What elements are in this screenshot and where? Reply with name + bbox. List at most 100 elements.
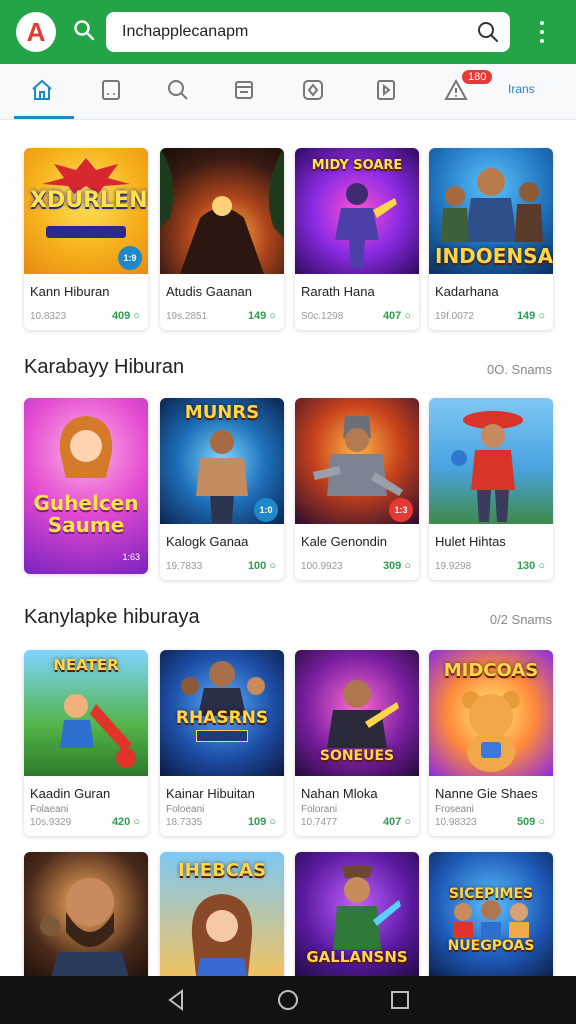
game-card[interactable]: 1:3 Kale Genondin 100.9923 309 <box>295 398 419 580</box>
search-icon[interactable] <box>72 18 96 42</box>
game-rating: 309 <box>383 560 411 572</box>
jungle-scene-icon <box>160 148 284 274</box>
search-icon[interactable] <box>476 20 500 44</box>
section-see-all-link[interactable]: 0/2 Snams <box>490 612 552 627</box>
game-card[interactable]: Hulet Hihtas 19.9298 130 <box>429 398 553 580</box>
game-downloads: 19.9298 <box>435 561 472 572</box>
tab-home[interactable] <box>22 72 62 108</box>
game-thumbnail: MUNRS 1:0 <box>160 398 284 524</box>
game-thumbnail: IHEBCAS <box>160 852 284 982</box>
game-card[interactable]: Atudis Gaanan 19s.2851 149 <box>160 148 284 330</box>
game-downloads: 10s.9329 <box>30 817 72 828</box>
game-card[interactable]: NEATER Kaadin Guran Folaeani 10s.9329 42… <box>24 650 148 836</box>
tab-search[interactable] <box>158 72 198 108</box>
corner-label: 1:63 <box>122 552 140 562</box>
game-downloads: 18.7335 <box>166 817 203 828</box>
tab-library[interactable] <box>366 72 406 108</box>
bear-mascot-icon <box>462 691 520 772</box>
game-name: Kale Genondin <box>301 534 388 549</box>
game-downloads: 19.7833 <box>166 561 203 572</box>
game-thumbnail: Guhelcen Saume 1:63 <box>24 398 148 574</box>
game-card[interactable]: SONEUES Nahan Mloka Folorani 10.7477 407 <box>295 650 419 836</box>
tablet-icon <box>102 80 120 100</box>
system-navigation-bar <box>0 976 576 1024</box>
game-name: Kalogk Ganaa <box>166 534 249 549</box>
game-card[interactable]: IHEBCAS <box>160 852 284 982</box>
game-category: Foloeani <box>166 804 205 815</box>
game-art-title: SONEUES <box>319 748 395 764</box>
hero-group-icon <box>441 168 543 242</box>
game-downloads: 19f.0072 <box>435 311 474 322</box>
recents-icon[interactable] <box>388 988 412 1012</box>
crowd-figures-icon <box>453 900 529 938</box>
tab-apps[interactable] <box>91 72 131 108</box>
girl-portrait-icon <box>59 416 113 478</box>
art-banner <box>196 730 248 742</box>
notification-badge: 180 <box>462 70 493 84</box>
home-button-icon[interactable] <box>276 988 300 1012</box>
game-name: Kann Hiburan <box>30 284 110 299</box>
top-app-bar: A Inchapplecanapm <box>0 0 576 64</box>
section-title: Kanylapke hiburaya <box>24 606 200 628</box>
overflow-menu-icon[interactable] <box>532 18 552 46</box>
tab-store[interactable] <box>224 72 264 108</box>
game-card[interactable]: SICEPIMES NUEGPOAS <box>429 852 553 982</box>
game-thumbnail <box>429 398 553 524</box>
game-art-title: MIDCOAS <box>443 660 539 681</box>
game-thumbnail: INDOENSA <box>429 148 553 274</box>
warrior-figure-icon <box>335 183 397 268</box>
game-art-title: Guhelcen Saume <box>33 491 139 537</box>
game-downloads: S0c.1298 <box>301 311 344 322</box>
app-screen: A Inchapplecanapm 180 Irans XDURLEN 1:9 … <box>0 0 576 1024</box>
url-search-field[interactable]: Inchapplecanapm <box>106 12 510 52</box>
game-thumbnail: MIDY SOARE <box>295 148 419 274</box>
game-rating: 407 <box>383 310 411 322</box>
game-rating: 509 <box>517 816 545 828</box>
game-thumbnail: MIDCOAS <box>429 650 553 776</box>
game-rating: 109 <box>248 816 276 828</box>
tab-more[interactable]: Irans <box>508 82 535 96</box>
game-card[interactable]: GALLANSNS <box>295 852 419 982</box>
game-category: Froseani <box>435 804 474 815</box>
game-downloads: 100.9923 <box>301 561 343 572</box>
game-card[interactable]: Guhelcen Saume 1:63 <box>24 398 148 574</box>
game-downloads: 10.98323 <box>435 817 477 828</box>
game-card[interactable]: MIDCOAS Nanne Gie Shaes Froseani 10.9832… <box>429 650 553 836</box>
game-thumbnail <box>24 852 148 982</box>
game-card[interactable]: RHASRNS Kainar Hibuitan Foloeani 18.7335… <box>160 650 284 836</box>
home-icon <box>32 79 52 100</box>
cartoon-kids-icon <box>60 694 136 768</box>
game-thumbnail: SONEUES <box>295 650 419 776</box>
game-name: Rarath Hana <box>301 284 375 299</box>
game-category: Folaeani <box>30 804 69 815</box>
game-thumbnail: 1:3 <box>295 398 419 524</box>
tab-games[interactable] <box>293 72 333 108</box>
corner-badge: 1:0 <box>254 498 278 522</box>
game-card[interactable]: MUNRS 1:0 Kalogk Ganaa 19.7833 100 <box>160 398 284 580</box>
game-art-title: RHASRNS <box>175 708 269 728</box>
team-portrait-icon <box>181 661 265 716</box>
game-card[interactable]: XDURLEN 1:9 Kann Hiburan 10.8323 409 <box>24 148 148 330</box>
game-name: Atudis Gaanan <box>166 284 253 299</box>
url-text: Inchapplecanapm <box>122 23 249 40</box>
corner-badge: 1:9 <box>118 246 142 270</box>
game-name: Nahan Mloka <box>301 786 378 801</box>
section-see-all-link[interactable]: 0Ο. Snams <box>487 362 552 377</box>
game-art-title: MIDY SOARE <box>311 158 403 173</box>
game-thumbnail: SICEPIMES NUEGPOAS <box>429 852 553 982</box>
game-card[interactable]: MIDY SOARE Rarath Hana S0c.1298 407 <box>295 148 419 330</box>
back-icon[interactable] <box>164 988 188 1012</box>
game-downloads: 19s.2851 <box>166 311 208 322</box>
game-name: Kadarhana <box>435 284 499 299</box>
game-art-title: MUNRS <box>184 402 260 423</box>
game-rating: 100 <box>248 560 276 572</box>
store-icon <box>235 81 253 99</box>
warrior-group-icon <box>333 866 401 950</box>
game-thumbnail: XDURLEN 1:9 <box>24 148 148 274</box>
app-logo[interactable]: A <box>16 12 56 52</box>
game-rating: 149 <box>248 310 276 322</box>
corner-badge: 1:3 <box>389 498 413 522</box>
game-card[interactable]: INDOENSA Kadarhana 19f.0072 149 <box>429 148 553 330</box>
game-card[interactable] <box>24 852 148 982</box>
game-name: Nanne Gie Shaes <box>435 786 538 801</box>
